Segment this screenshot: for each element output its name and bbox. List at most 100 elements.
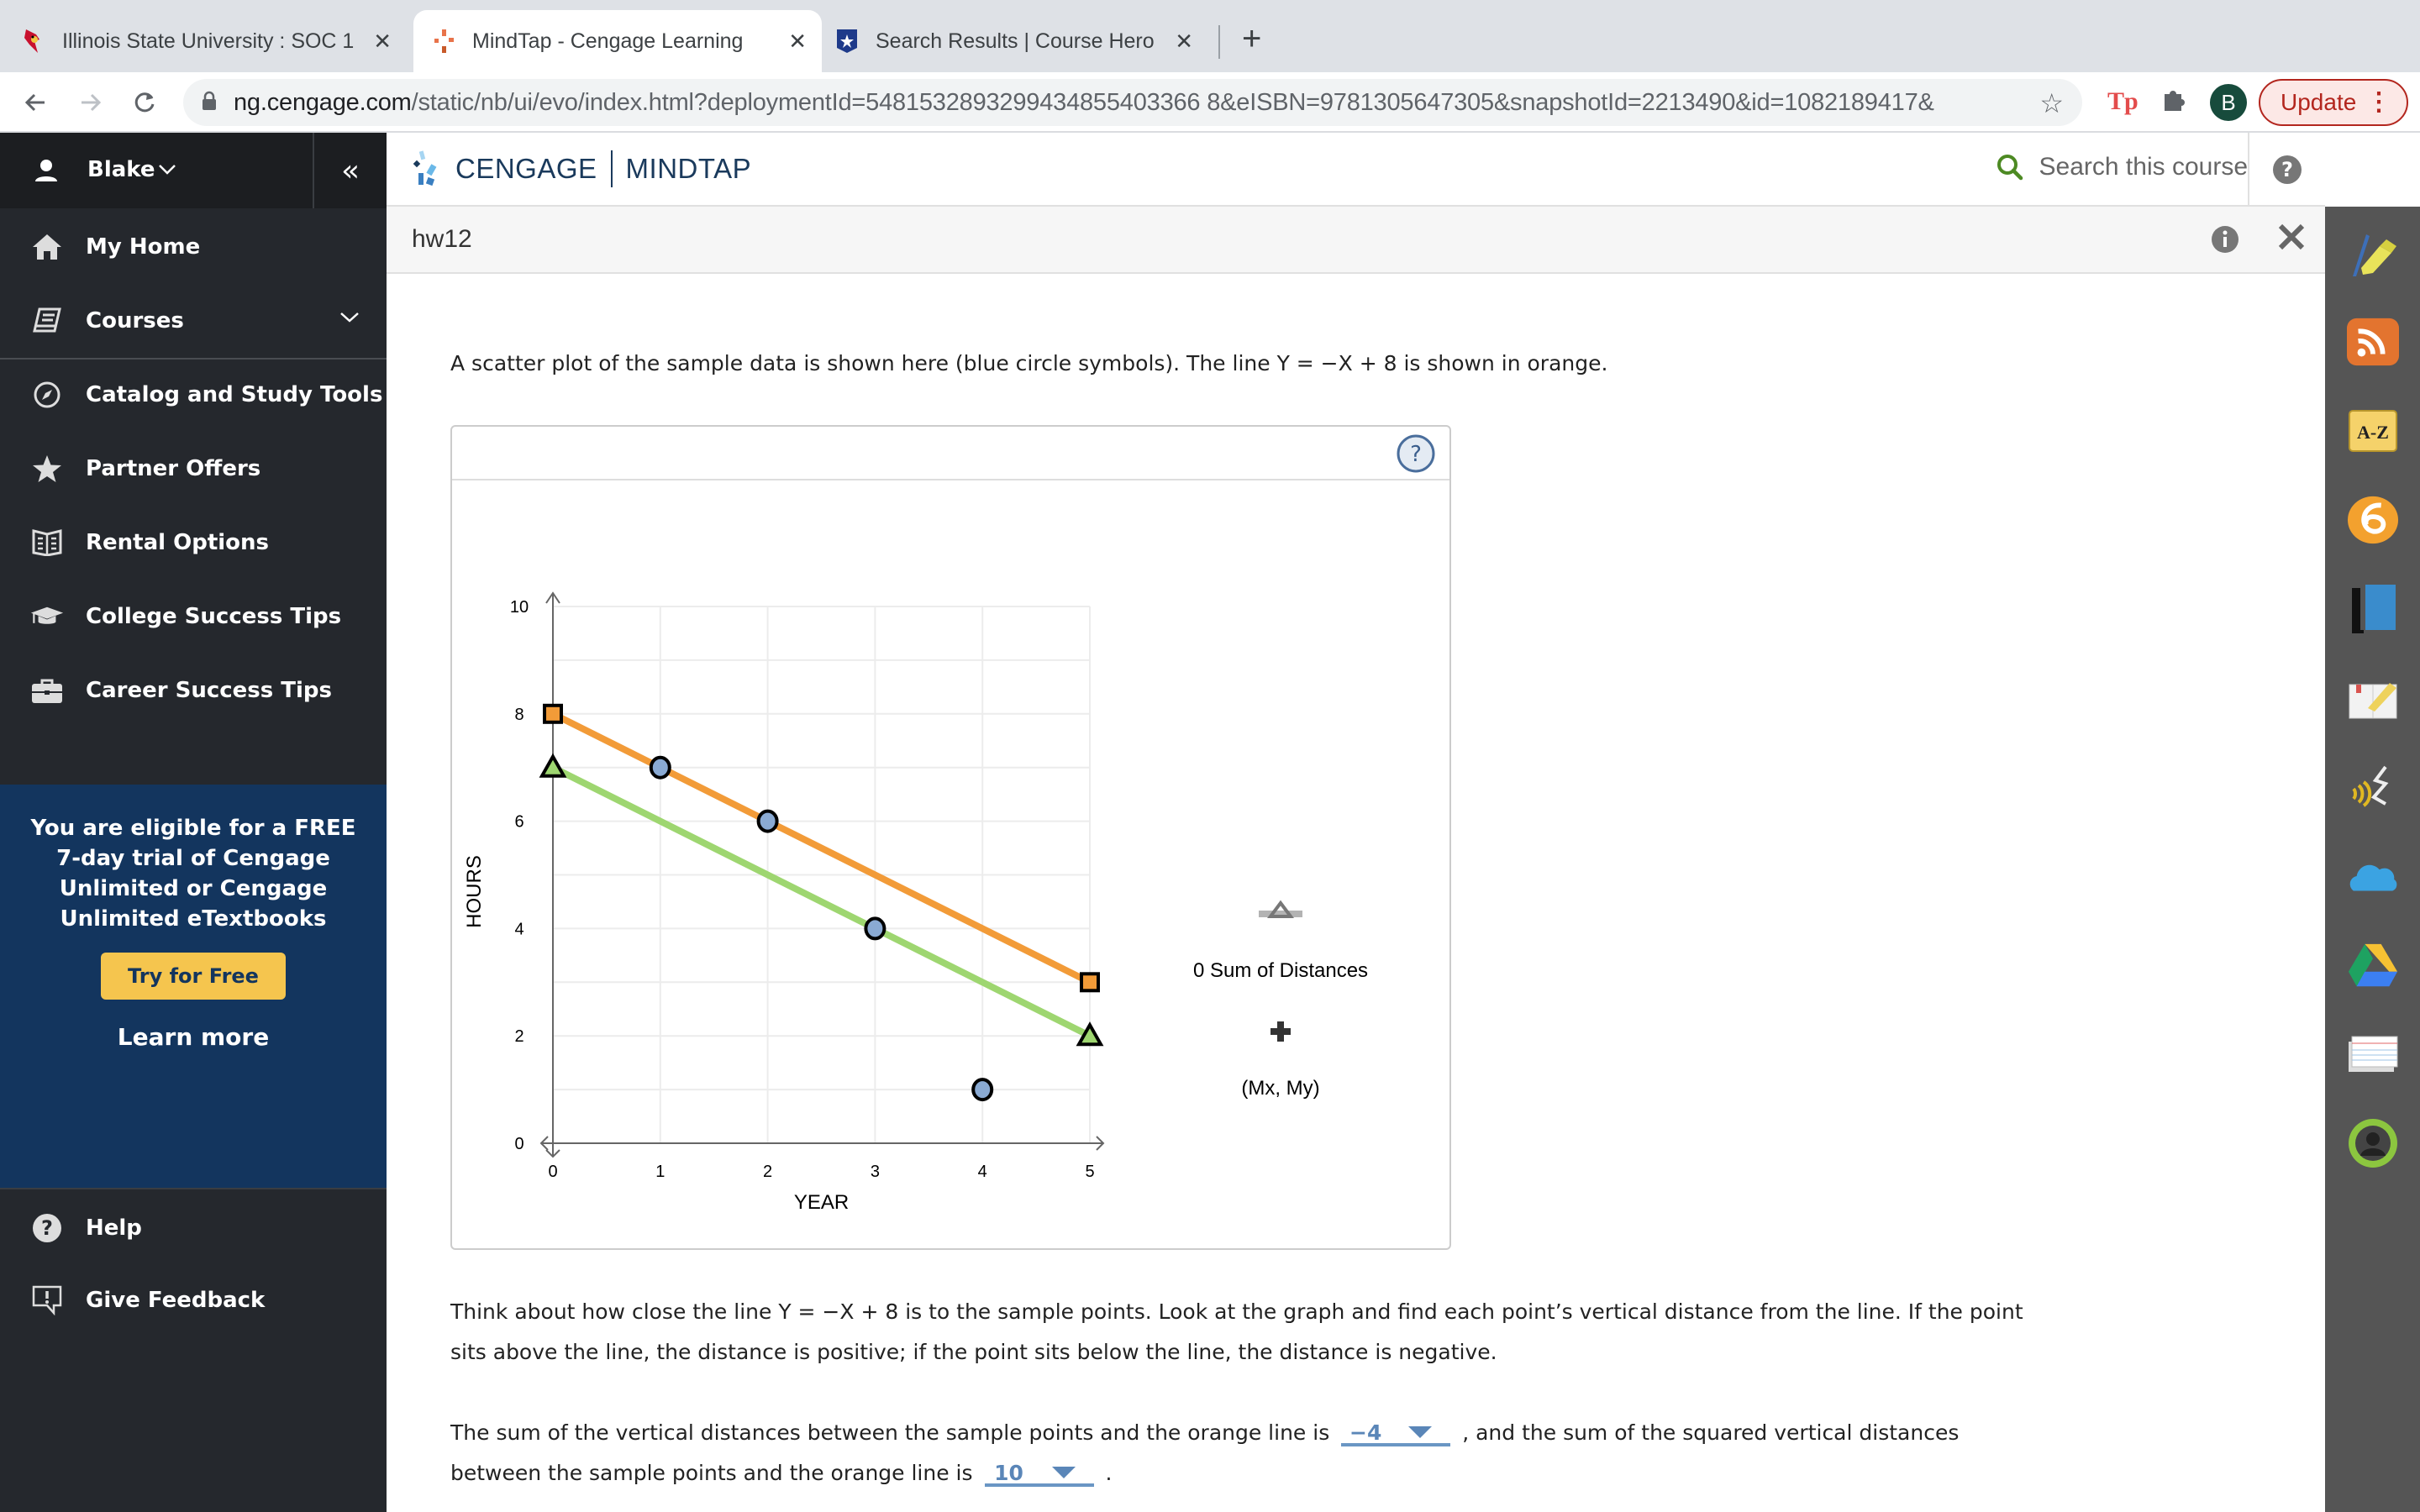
close-tab-icon[interactable]: ✕ [788, 29, 807, 55]
sidebar-item-college-success[interactable]: College Success Tips [0, 583, 387, 650]
coursehero-favicon-icon [834, 28, 860, 55]
user-icon [34, 158, 59, 186]
data-point [971, 1078, 994, 1102]
try-for-free-button[interactable]: Try for Free [101, 953, 286, 1000]
svg-text:?: ? [2281, 158, 2293, 181]
home-icon [30, 230, 64, 264]
x-tick-label: 5 [1085, 1163, 1094, 1181]
tp-extension-icon[interactable]: Tp [2107, 87, 2139, 116]
mean-point-tool[interactable]: (Mx, My) [1241, 1021, 1320, 1100]
sidebar-item-rental-options[interactable]: Rental Options [0, 509, 387, 576]
lock-icon [202, 91, 217, 115]
close-activity-button[interactable] [2276, 222, 2307, 256]
rss-icon[interactable] [2347, 316, 2399, 368]
cengage-mindtap-logo[interactable]: CENGAGE MINDTAP [412, 150, 751, 188]
svg-text:?: ? [41, 1216, 53, 1240]
learn-more-link[interactable]: Learn more [0, 1023, 387, 1051]
more-menu-icon[interactable]: ⋮ [2366, 87, 2391, 117]
graph-help-button[interactable]: ? [1396, 433, 1436, 477]
cardinal-favicon-icon [20, 28, 47, 55]
tab-mindtap[interactable]: MindTap - Cengage Learning ✕ [413, 10, 822, 72]
search-course[interactable]: Search this course [1996, 153, 2248, 181]
chart-grid [553, 606, 1091, 1143]
sum-of-distances-tool[interactable]: 0 Sum of Distances [1193, 900, 1368, 982]
sidebar-item-help[interactable]: ? Help [0, 1194, 387, 1262]
reload-button[interactable] [126, 84, 163, 121]
chevron-down-icon[interactable] [339, 311, 360, 327]
rail-top-spacer [2325, 133, 2420, 207]
svg-text:A-Z: A-Z [2357, 422, 2389, 443]
readspeaker-icon[interactable] [2347, 761, 2399, 813]
info-button[interactable] [2211, 225, 2239, 258]
y-tick-label: 2 [514, 1027, 523, 1046]
sidebar-item-label: My Home [86, 234, 201, 260]
series-line [551, 711, 1092, 985]
user-menu[interactable]: Blake « [0, 133, 387, 208]
tab-separator [1218, 25, 1220, 59]
question-line-2: between the sample points and the orange… [450, 1453, 1112, 1494]
sidebar-item-catalog[interactable]: Catalog and Study Tools [0, 361, 387, 428]
close-tab-icon[interactable]: ✕ [1175, 29, 1193, 55]
mindtap-header: CENGAGE MINDTAP Search this course ? [387, 133, 2325, 207]
sidebar-item-give-feedback[interactable]: Give Feedback [0, 1267, 387, 1334]
cengage-app-icon[interactable] [2347, 494, 2399, 546]
tool-rail: A-Z [2325, 133, 2420, 1512]
sidebar-item-label: College Success Tips [86, 604, 342, 629]
back-button[interactable] [17, 84, 54, 121]
dropdown-arrow-icon [1051, 1467, 1076, 1478]
update-button[interactable]: Update ⋮ [2259, 79, 2408, 126]
a-z-glossary-icon[interactable]: A-Z [2347, 405, 2399, 457]
brand-mindtap: MINDTAP [625, 153, 752, 184]
sidebar-item-partner-offers[interactable]: Partner Offers [0, 435, 387, 502]
instructions-line-1: Think about how close the line Y = −X + … [450, 1299, 2023, 1324]
close-icon [2278, 223, 2305, 250]
y-tick-label: 0 [514, 1135, 523, 1153]
y-tick-label: 10 [510, 598, 529, 617]
google-drive-icon[interactable] [2347, 939, 2399, 991]
forward-button[interactable] [72, 84, 109, 121]
sidebar-item-career-success[interactable]: Career Success Tips [0, 657, 387, 724]
question-text: between the sample points and the orange… [450, 1461, 973, 1485]
activity-title-bar: hw12 [387, 207, 2325, 274]
book-icon [30, 304, 64, 338]
star-icon [30, 452, 64, 486]
sidebar: Blake « My Home Courses Catalog and Stud… [0, 133, 387, 1512]
x-tick-label: 4 [978, 1163, 987, 1181]
info-icon [2212, 226, 2238, 253]
sidebar-item-label: Courses [86, 308, 184, 333]
tab-title: Search Results | Course Hero [876, 29, 1155, 53]
intro-text: A scatter plot of the sample data is sho… [450, 351, 1608, 375]
profile-avatar[interactable]: B [2210, 84, 2247, 121]
activity-content: A scatter plot of the sample data is sho… [387, 274, 2325, 1512]
sidebar-item-label: Partner Offers [86, 456, 261, 481]
sidebar-item-courses[interactable]: Courses [0, 287, 387, 354]
flashcards-icon[interactable] [2347, 1028, 2399, 1080]
tab-course-hero[interactable]: Search Results | Course Hero ✕ [834, 10, 1208, 72]
profile-ring-icon[interactable] [2347, 1117, 2399, 1169]
onedrive-icon[interactable] [2347, 850, 2399, 902]
close-tab-icon[interactable]: ✕ [373, 29, 392, 55]
search-icon [1996, 155, 2023, 181]
tab-illinois-state[interactable]: Illinois State University : SOC 1 ✕ [20, 10, 407, 72]
sidebar-item-my-home[interactable]: My Home [0, 213, 387, 281]
sum-squared-dropdown[interactable]: 10 [984, 1453, 1094, 1487]
arrow-left-icon [24, 93, 45, 112]
sum-of-distances-label: 0 Sum of Distances [1193, 959, 1368, 982]
sum-distances-dropdown[interactable]: −4 [1341, 1413, 1451, 1446]
y-tick-label: 4 [514, 920, 523, 938]
graduation-cap-icon [30, 600, 64, 633]
sidebar-item-label: Rental Options [86, 530, 270, 555]
url-field[interactable]: ng.cengage.com/static/nb/ui/evo/index.ht… [183, 79, 2082, 126]
question-circle-icon: ? [1397, 434, 1435, 473]
y-axis-label: HOURS [463, 855, 486, 928]
bookmark-star-icon[interactable]: ☆ [2039, 87, 2064, 119]
help-icon: ? [30, 1211, 64, 1245]
extensions-puzzle-icon[interactable] [2160, 86, 2188, 118]
help-button[interactable]: ? [2248, 133, 2325, 207]
new-tab-button[interactable]: + [1242, 22, 1261, 55]
line-handle-triangle [539, 753, 567, 778]
ebook-icon[interactable] [2347, 583, 2399, 635]
notes-icon[interactable] [2347, 672, 2399, 724]
collapse-sidebar-button[interactable]: « [313, 133, 387, 208]
highlighter-icon[interactable] [2347, 227, 2399, 279]
